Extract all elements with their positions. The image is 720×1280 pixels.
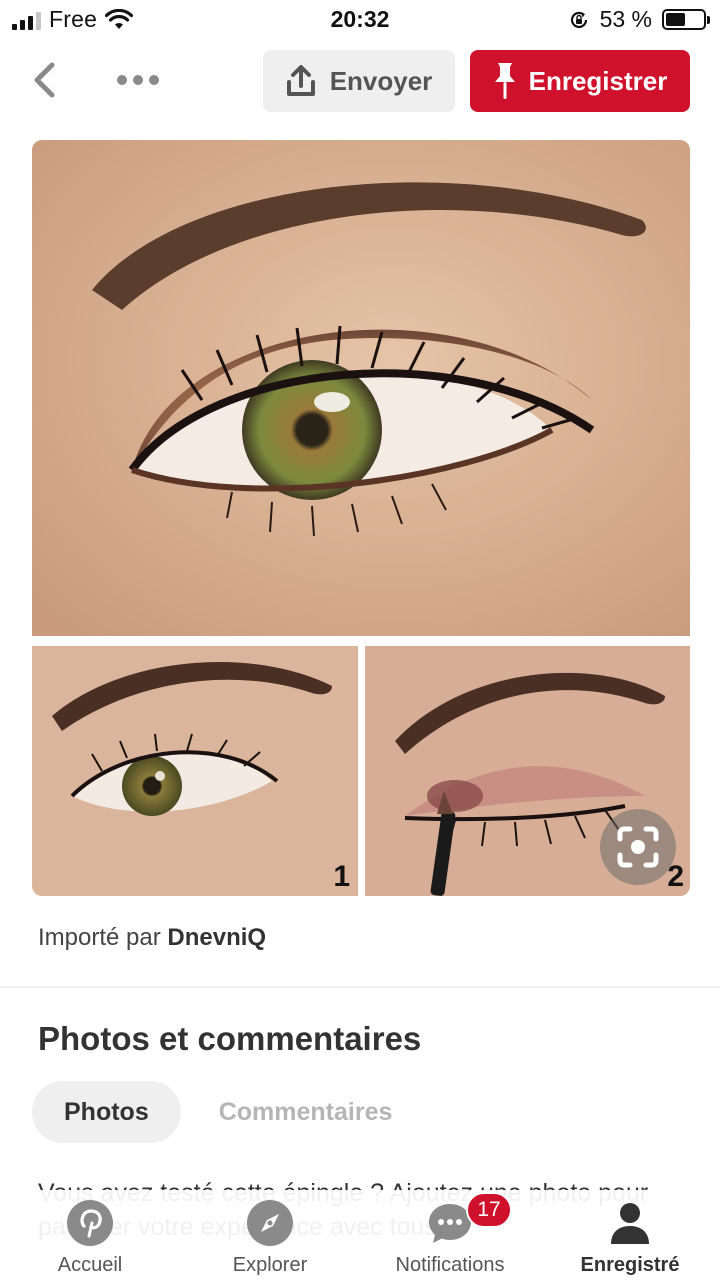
imported-by-user-link[interactable]: DnevniQ — [167, 924, 266, 951]
send-button[interactable]: Envoyer — [263, 50, 455, 112]
status-bar: Free 20:32 53 % — [0, 0, 720, 40]
nav-item-saved[interactable]: Enregistré — [550, 1190, 710, 1280]
pushpin-icon — [494, 63, 515, 99]
ellipsis-dot-icon — [133, 75, 143, 85]
nav-label-explore: Explorer — [232, 1254, 308, 1276]
bottom-navigation: Accueil Explorer 17 Notifications Enregi… — [0, 1190, 720, 1280]
imported-by-prefix: Importé par — [38, 924, 161, 951]
send-label: Envoyer — [329, 65, 433, 96]
rotation-lock-icon — [570, 11, 587, 28]
nav-label-notifications: Notifications — [395, 1254, 505, 1276]
pin-detail-screen: Free 20:32 53 % Envoyer Enregistrer 1 2 … — [0, 0, 720, 1280]
save-button[interactable]: Enregistrer — [470, 50, 690, 112]
tab-comments[interactable]: Commentaires — [219, 1098, 393, 1127]
more-options-button[interactable] — [110, 62, 166, 98]
nav-item-home[interactable]: Accueil — [10, 1190, 170, 1280]
photos-comments-tabs: Photos Commentaires — [32, 1080, 392, 1144]
profile-icon — [611, 1203, 649, 1244]
battery-icon — [662, 9, 710, 30]
divider — [0, 986, 720, 988]
pinterest-logo-icon — [67, 1200, 113, 1246]
eye-makeup-photo-main — [32, 140, 690, 636]
top-bar: Envoyer Enregistrer — [0, 48, 720, 114]
visual-search-icon — [617, 826, 659, 868]
nav-label-home: Accueil — [57, 1254, 123, 1276]
eye-makeup-photo-step-1: 1 — [32, 646, 358, 896]
section-title: Photos et commentaires — [38, 1020, 422, 1057]
ellipsis-dot-icon — [117, 75, 127, 85]
save-label: Enregistrer — [528, 65, 668, 96]
notification-count-badge: 17 — [466, 1192, 512, 1228]
pin-image[interactable]: 1 2 — [32, 140, 690, 896]
tab-photos[interactable]: Photos — [32, 1081, 181, 1143]
nav-item-notifications[interactable]: 17 Notifications — [370, 1190, 530, 1280]
back-button[interactable] — [24, 58, 64, 102]
battery-percent: 53 % — [599, 6, 652, 32]
ellipsis-dot-icon — [149, 75, 159, 85]
nav-label-saved: Enregistré — [580, 1254, 680, 1276]
visual-search-button[interactable] — [600, 809, 676, 885]
imported-by: Importé par DnevniQ — [38, 924, 266, 952]
nav-item-explore[interactable]: Explorer — [190, 1190, 350, 1280]
step-number-1: 1 — [333, 860, 350, 893]
chevron-left-icon — [34, 62, 55, 98]
compass-icon — [247, 1200, 293, 1246]
share-upload-icon — [286, 65, 315, 96]
